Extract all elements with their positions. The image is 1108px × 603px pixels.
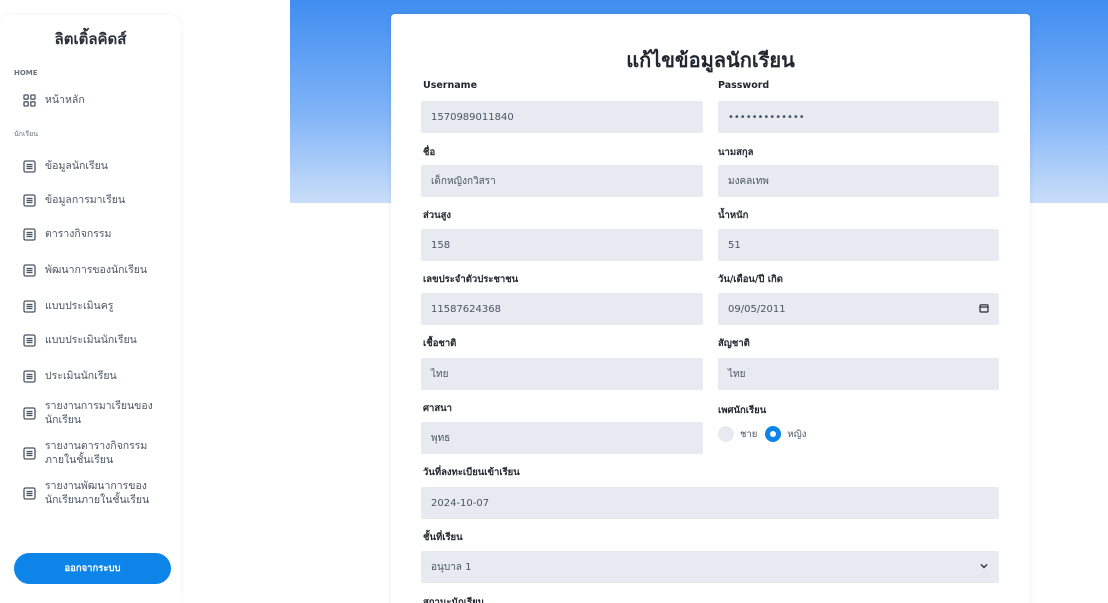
brand-title: ลิตเติ้ลคิดส์ bbox=[54, 30, 127, 48]
document-icon bbox=[22, 193, 36, 207]
sidebar-item-label: ข้อมูลนักเรียน bbox=[45, 160, 108, 172]
sidebar-item-label: ตารางกิจกรรม bbox=[45, 228, 112, 240]
sidebar-item-label: รายงานพัฒนาการของนักเรียนภายในชั้นเรียน bbox=[45, 480, 150, 506]
ethnicity-value: ไทย bbox=[431, 368, 449, 380]
sidebar-item-attendance-report[interactable]: รายงานการมาเรียนของนักเรียน bbox=[0, 399, 181, 427]
document-icon bbox=[22, 263, 36, 277]
document-icon bbox=[22, 446, 36, 460]
lastname-value: มงคลเทพ bbox=[728, 175, 769, 187]
document-icon bbox=[22, 227, 36, 241]
ethnicity-field[interactable]: ไทย bbox=[421, 358, 703, 390]
username-value: 1570989011840 bbox=[431, 111, 514, 123]
sidebar: ลิตเติ้ลคิดส์ HOME หน้าหลัก นักเรียน ข้อ… bbox=[0, 15, 181, 603]
enroll-date-value: 2024-10-07 bbox=[431, 497, 490, 509]
sidebar-item-label: พัฒนาการของนักเรียน bbox=[45, 264, 148, 276]
gender-male-label: ชาย bbox=[740, 428, 758, 440]
sidebar-item-label: แบบประเมินนักเรียน bbox=[45, 334, 137, 346]
username-label: Username bbox=[423, 80, 478, 91]
grid-icon bbox=[22, 93, 36, 107]
weight-value: 51 bbox=[728, 239, 741, 251]
nationality-field[interactable]: ไทย bbox=[718, 358, 999, 390]
gender-female-label: หญิง bbox=[787, 428, 807, 440]
nationality-label: สัญชาติ bbox=[718, 338, 750, 349]
class-value: อนุบาล 1 bbox=[431, 561, 472, 573]
sidebar-item-label: แบบประเมินครู bbox=[45, 300, 114, 312]
sidebar-item-development-report[interactable]: รายงานพัฒนาการของนักเรียนภายในชั้นเรียน bbox=[0, 479, 181, 507]
document-icon bbox=[22, 486, 36, 500]
birthdate-value: 09/05/2011 bbox=[728, 303, 786, 315]
ethnicity-label: เชื้อชาติ bbox=[423, 338, 457, 349]
enroll-date-label: วันที่ลงทะเบียนเข้าเรียน bbox=[423, 467, 520, 478]
religion-label: ศาสนา bbox=[423, 403, 452, 414]
document-icon bbox=[22, 333, 36, 347]
section-label-home: HOME bbox=[14, 69, 38, 77]
radio-dot-icon bbox=[770, 431, 777, 437]
gender-label: เพศนักเรียน bbox=[718, 405, 767, 416]
document-icon bbox=[22, 299, 36, 313]
edit-student-form: แก้ไขข้อมูลนักเรียน Username Password 15… bbox=[391, 14, 1030, 603]
class-select[interactable]: อนุบาล 1 bbox=[421, 551, 999, 583]
document-icon bbox=[22, 406, 36, 420]
gender-male-radio[interactable] bbox=[718, 426, 734, 442]
idcard-value: 11587624368 bbox=[431, 303, 501, 315]
gender-female-radio[interactable] bbox=[765, 426, 782, 442]
sidebar-item-activity-report[interactable]: รายงานตารางกิจกรรมภายในชั้นเรียน bbox=[0, 439, 181, 467]
sidebar-item-label: รายงานการมาเรียนของนักเรียน bbox=[45, 400, 153, 426]
section-label-student: นักเรียน bbox=[14, 130, 39, 138]
height-value: 158 bbox=[431, 239, 451, 251]
password-field[interactable]: ••••••••••••• bbox=[718, 101, 999, 133]
sidebar-item-label: หน้าหลัก bbox=[45, 94, 85, 106]
sidebar-item-label: รายงานตารางกิจกรรมภายในชั้นเรียน bbox=[45, 440, 148, 466]
firstname-field[interactable]: เด็กหญิงกวิสรา bbox=[421, 165, 703, 197]
sidebar-item-evaluate-student[interactable]: ประเมินนักเรียน bbox=[0, 369, 181, 383]
sidebar-item-student-evaluation-form[interactable]: แบบประเมินนักเรียน bbox=[0, 333, 181, 347]
page-title: แก้ไขข้อมูลนักเรียน bbox=[626, 48, 795, 72]
sidebar-item-home[interactable]: หน้าหลัก bbox=[0, 93, 181, 107]
birthdate-field[interactable]: 09/05/2011 bbox=[718, 293, 999, 325]
sidebar-item-activity-schedule[interactable]: ตารางกิจกรรม bbox=[0, 227, 181, 241]
gender-radio-group: ชาย หญิง bbox=[718, 426, 806, 442]
idcard-field[interactable]: 11587624368 bbox=[421, 293, 703, 325]
sidebar-item-attendance[interactable]: ข้อมูลการมาเรียน bbox=[0, 193, 181, 207]
class-label: ชั้นที่เรียน bbox=[423, 532, 463, 543]
sidebar-item-label: ประเมินนักเรียน bbox=[45, 370, 117, 382]
password-value: ••••••••••••• bbox=[728, 111, 805, 123]
sidebar-item-development[interactable]: พัฒนาการของนักเรียน bbox=[0, 263, 181, 277]
password-label: Password bbox=[718, 80, 770, 91]
enroll-date-field[interactable]: 2024-10-07 bbox=[421, 487, 999, 519]
status-label: สถานะนักเรียน bbox=[423, 597, 485, 603]
calendar-icon[interactable] bbox=[979, 303, 989, 316]
birthdate-label: วัน/เดือน/ปี เกิด bbox=[718, 274, 783, 285]
religion-value: พุทธ bbox=[431, 432, 451, 444]
firstname-label: ชื่อ bbox=[423, 147, 436, 158]
logout-button[interactable]: ออกจากระบบ bbox=[14, 553, 171, 584]
sidebar-item-teacher-evaluation[interactable]: แบบประเมินครู bbox=[0, 299, 181, 313]
weight-label: น้ำหนัก bbox=[718, 210, 749, 221]
username-field[interactable]: 1570989011840 bbox=[421, 101, 703, 133]
weight-field[interactable]: 51 bbox=[718, 229, 999, 261]
document-icon bbox=[22, 159, 36, 173]
height-field[interactable]: 158 bbox=[421, 229, 703, 261]
lastname-field[interactable]: มงคลเทพ bbox=[718, 165, 999, 197]
document-icon bbox=[22, 369, 36, 383]
chevron-down-icon bbox=[979, 561, 989, 574]
height-label: ส่วนสูง bbox=[423, 210, 452, 221]
firstname-value: เด็กหญิงกวิสรา bbox=[431, 175, 496, 187]
sidebar-item-label: ข้อมูลการมาเรียน bbox=[45, 194, 126, 206]
nationality-value: ไทย bbox=[728, 368, 746, 380]
idcard-label: เลขประจำตัวประชาชน bbox=[423, 274, 519, 285]
lastname-label: นามสกุล bbox=[718, 147, 754, 158]
sidebar-item-student-info[interactable]: ข้อมูลนักเรียน bbox=[0, 159, 181, 173]
religion-field[interactable]: พุทธ bbox=[421, 422, 703, 454]
